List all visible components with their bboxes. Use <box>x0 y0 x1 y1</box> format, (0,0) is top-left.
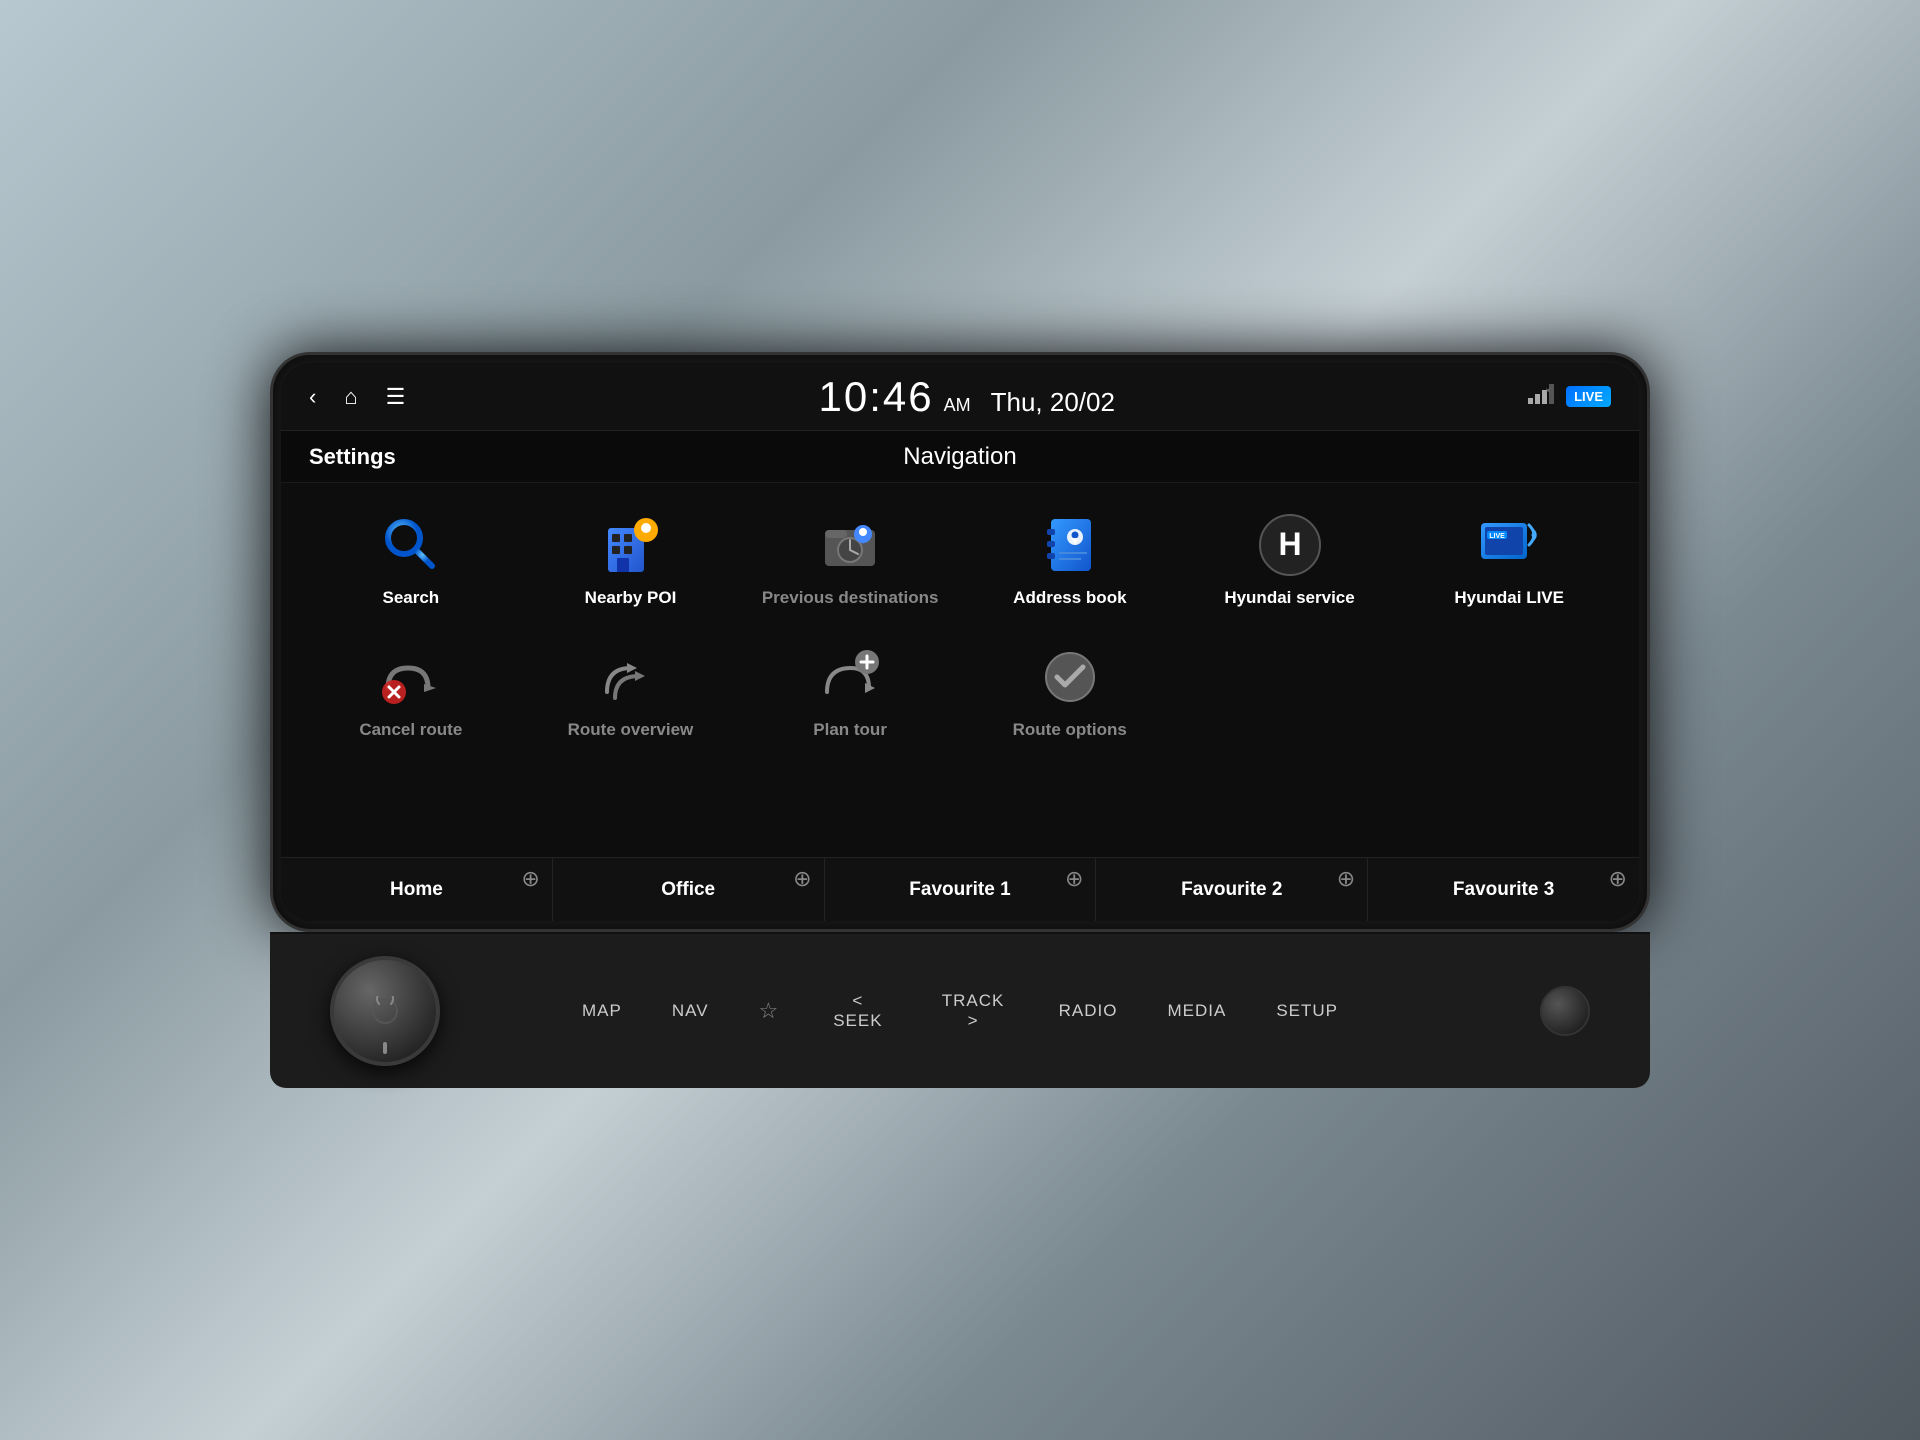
screen-bezel: ‹ ⌂ ☰ 10:46 AM Thu, 20/02 <box>270 352 1650 932</box>
cancel-route-icon <box>379 645 443 709</box>
favourites-bar: Home ⊕ Office ⊕ Favourite 1 ⊕ Favourite … <box>281 857 1639 921</box>
fav-home-label: Home <box>390 879 443 901</box>
previous-dest-label: Previous destinations <box>762 587 939 609</box>
menu-row-2: Cancel route <box>301 631 1180 755</box>
fav-office-add-icon[interactable]: ⊕ <box>793 866 811 892</box>
fav-item-fav1[interactable]: Favourite 1 ⊕ <box>825 858 1097 921</box>
svg-text:H: H <box>1278 526 1301 562</box>
svg-text:✕: ✕ <box>1545 388 1551 395</box>
route-options-label: Route options <box>1013 719 1127 741</box>
fav-item-office[interactable]: Office ⊕ <box>553 858 825 921</box>
track-button[interactable]: TRACK > <box>938 991 1009 1031</box>
menu-row-1: Search <box>301 499 1619 623</box>
menu-button[interactable]: ☰ <box>386 384 406 410</box>
status-bar: ‹ ⌂ ☰ 10:46 AM Thu, 20/02 <box>281 363 1639 431</box>
main-content: Search <box>281 483 1639 921</box>
hyundai-live-label: Hyundai LIVE <box>1454 587 1564 609</box>
settings-label[interactable]: Settings <box>309 444 396 470</box>
menu-item-cancel-route[interactable]: Cancel route <box>301 631 521 755</box>
fav-item-fav3[interactable]: Favourite 3 ⊕ <box>1368 858 1639 921</box>
address-book-label: Address book <box>1013 587 1126 609</box>
fav2-label: Favourite 2 <box>1181 879 1282 901</box>
menu-item-previous-dest[interactable]: Previous destinations <box>740 499 960 623</box>
cancel-route-label: Cancel route <box>359 719 462 741</box>
hyundai-live-icon: LIVE <box>1477 513 1541 577</box>
clock-date: Thu, 20/02 <box>991 387 1115 418</box>
fav3-add-icon[interactable]: ⊕ <box>1609 866 1627 892</box>
nearby-poi-label: Nearby POI <box>585 587 677 609</box>
clock-area: 10:46 AM Thu, 20/02 <box>819 373 1115 421</box>
fav-office-label: Office <box>661 879 715 901</box>
fav2-add-icon[interactable]: ⊕ <box>1337 866 1355 892</box>
seek-button[interactable]: < SEEK <box>828 991 887 1031</box>
radio-button[interactable]: RADIO <box>1059 1001 1118 1021</box>
home-button[interactable]: ⌂ <box>344 384 357 410</box>
menu-item-search[interactable]: Search <box>301 499 521 623</box>
menu-item-route-options[interactable]: Route options <box>960 631 1180 755</box>
status-right: ✕ LIVE <box>1528 384 1611 409</box>
fav1-add-icon[interactable]: ⊕ <box>1065 866 1083 892</box>
star-icon[interactable]: ☆ <box>759 998 779 1024</box>
search-icon <box>379 513 443 577</box>
nearby-poi-icon <box>599 513 663 577</box>
media-button[interactable]: MEDIA <box>1167 1001 1226 1021</box>
nav-title: Navigation <box>903 443 1016 471</box>
menu-grid: Search <box>281 483 1639 857</box>
tune-knob[interactable] <box>1540 986 1590 1036</box>
hyundai-service-label: Hyundai service <box>1224 587 1354 609</box>
power-volume-knob[interactable] <box>330 956 440 1066</box>
plan-tour-label: Plan tour <box>813 719 887 741</box>
back-button[interactable]: ‹ <box>309 384 316 410</box>
route-overview-label: Route overview <box>568 719 694 741</box>
live-badge: LIVE <box>1566 386 1611 407</box>
hyundai-service-icon: H <box>1258 513 1322 577</box>
menu-item-hyundai-service[interactable]: H Hyundai service <box>1180 499 1400 623</box>
fav1-label: Favourite 1 <box>909 879 1010 901</box>
fav-item-fav2[interactable]: Favourite 2 ⊕ <box>1096 858 1368 921</box>
menu-item-plan-tour[interactable]: Plan tour <box>740 631 960 755</box>
svg-text:LIVE: LIVE <box>1489 533 1505 540</box>
menu-item-route-overview[interactable]: Route overview <box>521 631 741 755</box>
fav3-label: Favourite 3 <box>1453 879 1554 901</box>
nav-controls: ‹ ⌂ ☰ <box>309 384 405 410</box>
setup-button[interactable]: SETUP <box>1276 1001 1338 1021</box>
search-label: Search <box>382 587 439 609</box>
plan-tour-icon <box>818 645 882 709</box>
fav-home-add-icon[interactable]: ⊕ <box>521 866 539 892</box>
signal-icon: ✕ <box>1528 384 1556 409</box>
app-header: Settings Navigation <box>281 431 1639 483</box>
menu-item-address-book[interactable]: Address book <box>960 499 1180 623</box>
route-options-icon <box>1038 645 1102 709</box>
previous-dest-icon <box>818 513 882 577</box>
clock-ampm: AM <box>944 395 971 416</box>
address-book-icon <box>1038 513 1102 577</box>
map-button[interactable]: MAP <box>582 1001 622 1021</box>
menu-item-hyundai-live[interactable]: LIVE Hyundai LIVE <box>1399 499 1619 623</box>
nav-button[interactable]: NAV <box>672 1001 709 1021</box>
fav-item-home[interactable]: Home ⊕ <box>281 858 553 921</box>
menu-item-nearby-poi[interactable]: Nearby POI <box>521 499 741 623</box>
clock-time: 10:46 <box>819 373 934 421</box>
screen: ‹ ⌂ ☰ 10:46 AM Thu, 20/02 <box>281 363 1639 921</box>
route-overview-icon <box>598 645 662 709</box>
